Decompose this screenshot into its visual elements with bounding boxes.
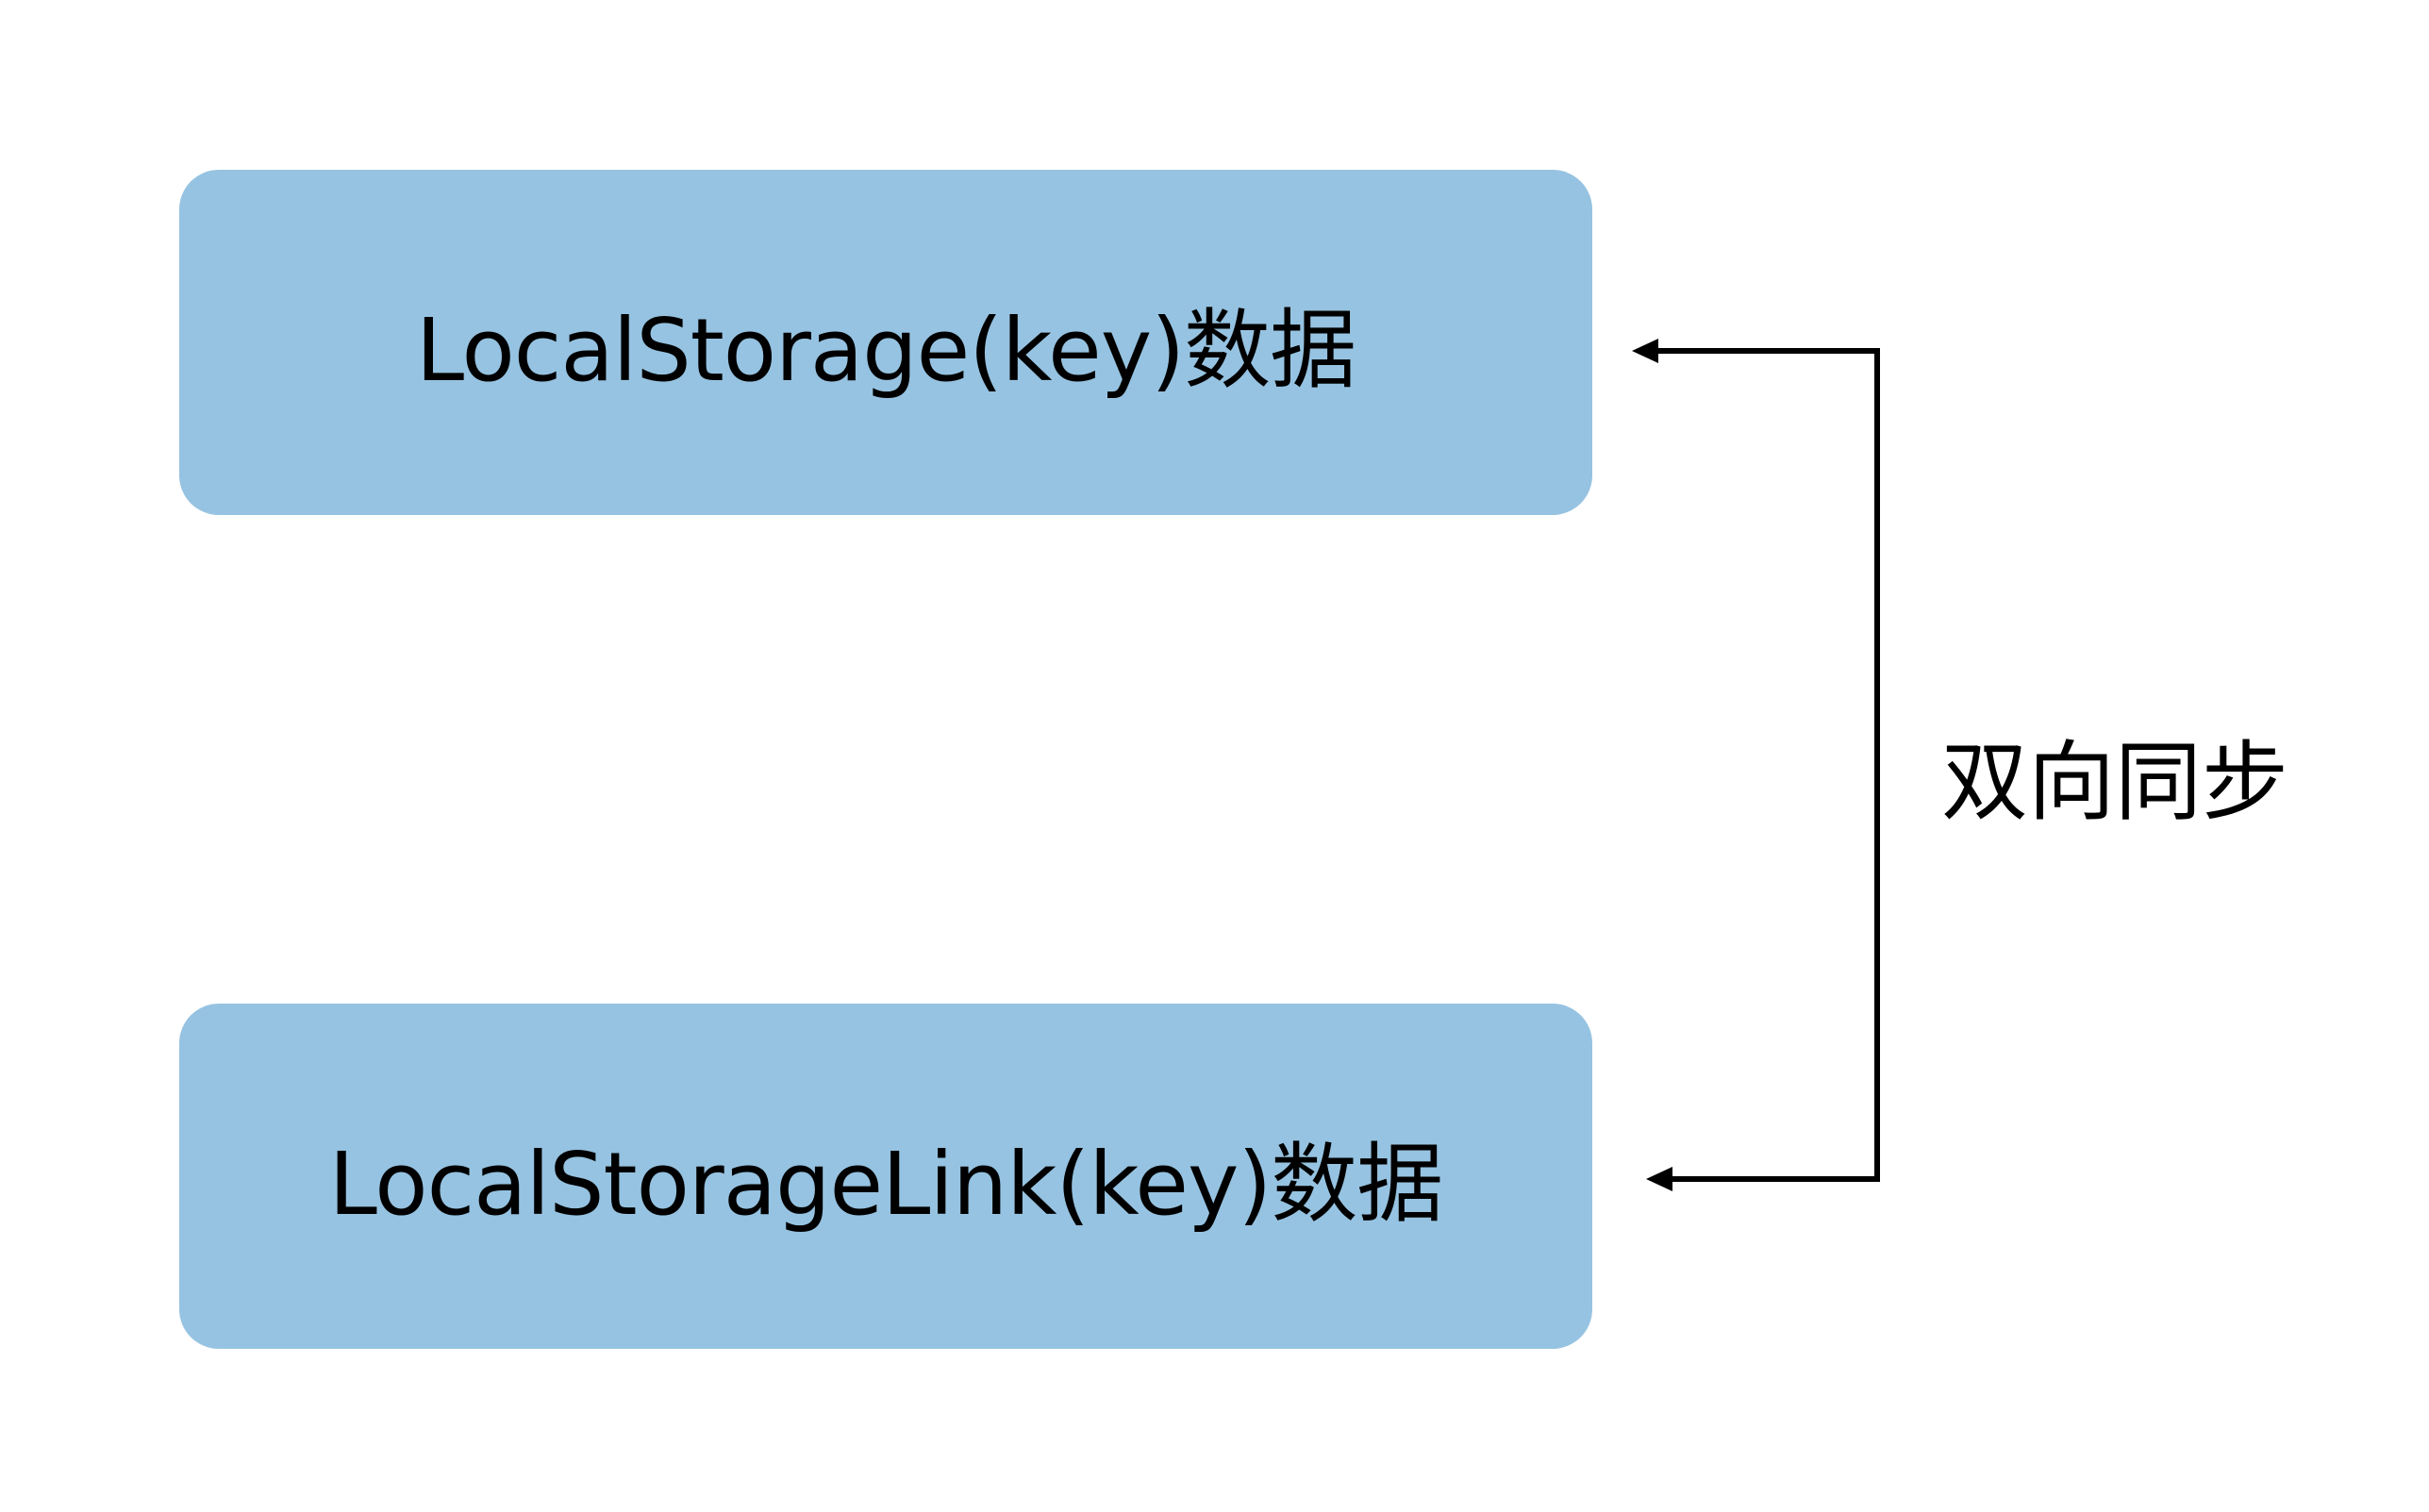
arrowhead-bottom-icon (1646, 1167, 1672, 1191)
sync-connector-line (1655, 348, 1880, 1182)
arrowhead-top-icon (1632, 339, 1658, 363)
sync-label: 双向同步 (1941, 732, 2289, 833)
